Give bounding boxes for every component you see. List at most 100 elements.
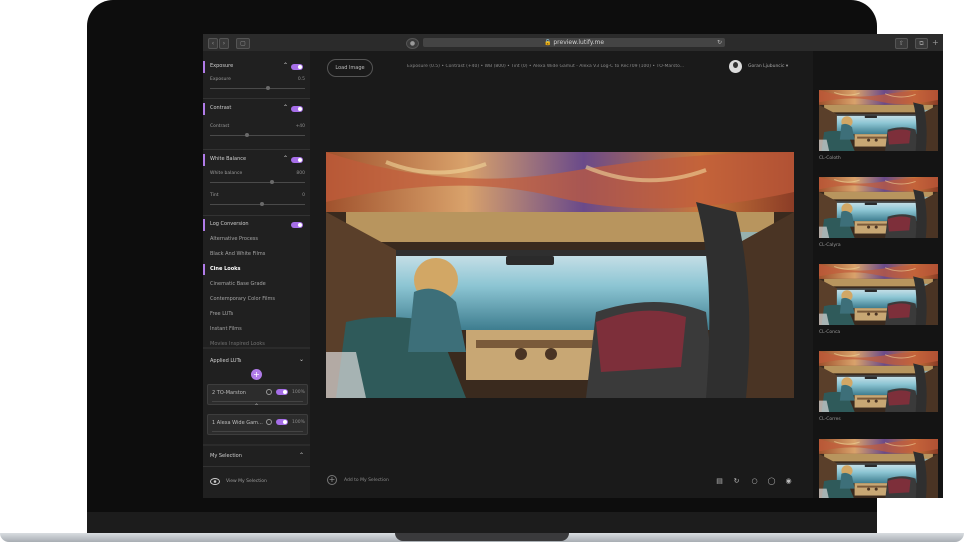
- chevron-up-icon[interactable]: ⌃: [299, 452, 304, 459]
- lut-thumbnail[interactable]: [819, 351, 938, 412]
- compare-icon[interactable]: ▤: [716, 478, 723, 485]
- view-my-selection-label: View My Selection: [226, 479, 267, 484]
- applied-lut-item[interactable]: 1 Alexa Wide Gam... 100%: [207, 414, 308, 435]
- section-marker: [203, 154, 205, 166]
- divider: [203, 444, 310, 446]
- lut-thumbnail[interactable]: [819, 90, 938, 151]
- lut-strength-slider[interactable]: [212, 431, 303, 432]
- log-conversion-header[interactable]: Log Conversion: [203, 219, 310, 231]
- white-balance-slider[interactable]: [210, 180, 305, 184]
- chevron-up-icon[interactable]: ⌃: [283, 104, 288, 111]
- exposure-label: Exposure: [210, 77, 231, 82]
- reload-icon[interactable]: ↻: [717, 38, 722, 47]
- load-image-button[interactable]: Load Image: [327, 59, 373, 77]
- chevron-down-icon[interactable]: ⌄: [299, 356, 304, 363]
- tint-slider[interactable]: [210, 202, 305, 206]
- adjustments-panel: Exposure ⌃ Exposure 0.5 Contrast ⌃ Contr…: [203, 51, 310, 498]
- lut-thumbnail[interactable]: [819, 264, 938, 325]
- divider: [203, 347, 310, 349]
- circle-icon[interactable]: ○: [751, 478, 758, 485]
- white-balance-section-header[interactable]: White Balance ⌃: [203, 154, 310, 166]
- white-balance-slider-knob[interactable]: [270, 180, 275, 184]
- contrast-section-header[interactable]: Contrast ⌃: [203, 103, 310, 115]
- add-lut-button[interactable]: +: [251, 369, 262, 380]
- thumbnail-image: [819, 90, 938, 151]
- rotate-icon[interactable]: ↻: [733, 478, 740, 485]
- category-item[interactable]: Cinematic Base Grade: [210, 281, 266, 287]
- plus-circle-icon: +: [327, 475, 337, 485]
- chevron-up-icon[interactable]: ⌃: [283, 155, 288, 162]
- exposure-slider[interactable]: [210, 86, 305, 90]
- tint-label: Tint: [210, 193, 219, 198]
- contrast-slider-knob[interactable]: [244, 133, 249, 137]
- category-item[interactable]: Free LUTs: [210, 311, 233, 317]
- exposure-value: 0.5: [297, 77, 305, 82]
- plus-icon[interactable]: +: [932, 38, 939, 47]
- lut-thumbnails: CL-Coloth CL-Calyra CL-Conca CL-Corres: [813, 51, 943, 498]
- lut-name: 2 TO-Marston: [212, 390, 246, 396]
- preview-image: [326, 152, 794, 398]
- exposure-section-header[interactable]: Exposure ⌃: [203, 61, 310, 73]
- contrast-slider[interactable]: [210, 133, 305, 137]
- user-menu[interactable]: Goran Ljubuncic ▾: [748, 64, 788, 69]
- lut-thumbnail[interactable]: [819, 177, 938, 238]
- preview-area: Load Image Exposure (0.5) • Contrast (+4…: [310, 51, 813, 498]
- eye-icon[interactable]: ◉: [784, 478, 793, 485]
- chevron-right-icon[interactable]: ›: [219, 38, 229, 49]
- tint-slider-knob[interactable]: [260, 202, 265, 206]
- active-marker: [203, 264, 205, 275]
- lut-percent: 100%: [292, 390, 305, 395]
- exposure-slider-knob[interactable]: [266, 86, 271, 90]
- divider: [203, 215, 310, 216]
- lut-thumbnail-label: CL-Calyra: [819, 243, 841, 248]
- view-my-selection-link[interactable]: View My Selection: [210, 478, 300, 488]
- browser-toolbar: ‹ › ▢ ● 🔒 preview.lutify.me ↻ ⇧ ⧉ +: [203, 34, 943, 51]
- eye-icon: [210, 478, 220, 485]
- divider: [203, 149, 310, 150]
- exposure-toggle[interactable]: [291, 64, 303, 70]
- applied-recipe: Exposure (0.5) • Contrast (+40) • WB (80…: [407, 64, 685, 69]
- avatar[interactable]: [729, 60, 742, 73]
- divider: [203, 466, 310, 467]
- thumbnail-image: [819, 177, 938, 238]
- van-interior-photo: [326, 152, 794, 398]
- chevron-up-icon[interactable]: ⌃: [283, 62, 288, 69]
- log-conversion-title: Log Conversion: [210, 221, 249, 227]
- category-item-active[interactable]: Cine Looks: [210, 266, 240, 272]
- white-balance-label: White balance: [210, 171, 243, 176]
- laptop-notch: [395, 533, 569, 541]
- info-icon[interactable]: [266, 389, 272, 395]
- category-item[interactable]: Contemporary Color Films: [210, 296, 275, 302]
- section-marker: [203, 103, 205, 115]
- contrast-value: +40: [295, 124, 306, 129]
- category-item[interactable]: Instant Films: [210, 326, 242, 332]
- contrast-toggle[interactable]: [291, 106, 303, 112]
- lut-toggle[interactable]: [276, 389, 288, 395]
- chevron-left-icon[interactable]: ‹: [208, 38, 218, 49]
- log-conversion-toggle[interactable]: [291, 222, 303, 228]
- lut-thumbnail[interactable]: [819, 439, 938, 498]
- address-bar[interactable]: 🔒 preview.lutify.me ↻: [423, 38, 725, 47]
- lut-strength-slider[interactable]: [212, 401, 303, 402]
- sidebar-icon[interactable]: ▢: [236, 38, 250, 49]
- laptop-hinge: [87, 512, 877, 534]
- shield-icon[interactable]: ●: [406, 38, 419, 49]
- info-icon[interactable]: [266, 419, 272, 425]
- contrast-label: Contrast: [210, 124, 230, 129]
- chevron-up-icon[interactable]: ⌃: [254, 403, 259, 410]
- lut-percent: 100%: [292, 420, 305, 425]
- category-item[interactable]: Alternative Process: [210, 236, 258, 242]
- applied-lut-item[interactable]: 2 TO-Marston 100%: [207, 384, 308, 405]
- white-balance-value: 800: [296, 171, 305, 176]
- lock-icon: 🔒: [543, 39, 552, 46]
- thumbnail-image: [819, 351, 938, 412]
- white-balance-toggle[interactable]: [291, 157, 303, 163]
- category-item[interactable]: Black And White Films: [210, 251, 265, 257]
- contrast-title: Contrast: [210, 105, 232, 111]
- tabs-icon[interactable]: ⧉: [915, 38, 928, 49]
- lut-toggle[interactable]: [276, 419, 288, 425]
- share-icon[interactable]: ⇧: [895, 38, 908, 49]
- my-selection-title: My Selection: [210, 453, 242, 459]
- add-to-selection-label: Add to My Selection: [344, 478, 389, 483]
- toggle-view-icon[interactable]: ◯: [767, 478, 776, 485]
